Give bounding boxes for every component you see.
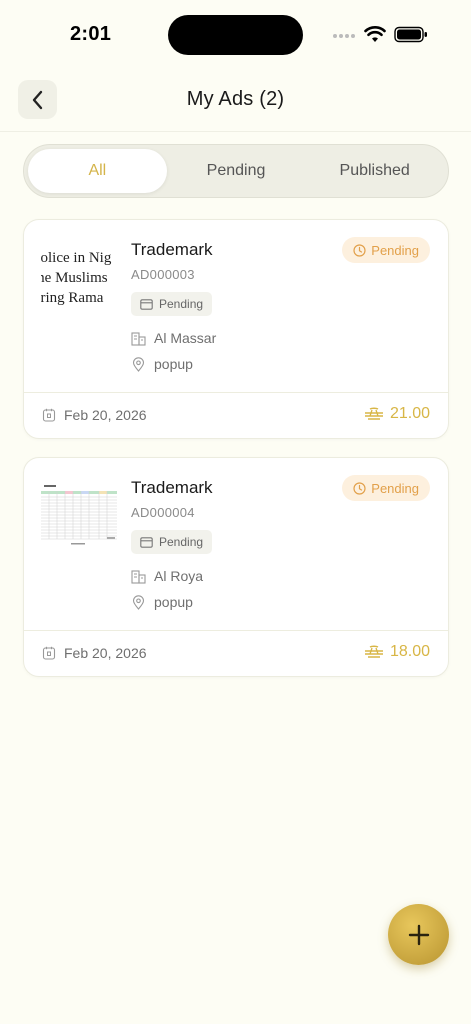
company-name: Al Roya <box>154 568 204 584</box>
status-badge-label: Pending <box>371 242 419 258</box>
tab-published[interactable]: Published <box>305 149 444 193</box>
signal-icon <box>333 34 355 38</box>
type-badge: Pending <box>131 530 213 554</box>
ad-company: Al Roya <box>131 568 203 584</box>
ad-location: popup <box>131 356 193 372</box>
plus-icon <box>408 924 429 945</box>
ad-date: Feb 20, 2026 <box>42 407 147 423</box>
status-badge: Pending <box>342 475 430 501</box>
ad-card[interactable]: Trademark AD000004 Pending Pending Al Ro… <box>23 457 449 677</box>
status-bar: 2:01 <box>0 0 471 70</box>
tab-all[interactable]: All <box>28 149 167 193</box>
type-badge: Pending <box>131 292 213 316</box>
status-time: 2:01 <box>70 23 112 45</box>
thumbnail-text-line: uring Rama <box>41 290 104 306</box>
ad-card[interactable]: police in Nig the Muslims uring Rama Tra… <box>23 219 449 439</box>
ad-company: Al Massar <box>131 330 216 346</box>
thumbnail-text-line: police in Nig <box>41 250 112 266</box>
location-name: popup <box>154 594 193 610</box>
card-divider <box>24 630 448 631</box>
calendar-icon <box>42 646 56 660</box>
app-header: My Ads (2) <box>0 70 471 132</box>
clock-icon <box>353 243 366 257</box>
calendar-icon <box>42 408 56 422</box>
status-badge-label: Pending <box>371 480 419 496</box>
date-text: Feb 20, 2026 <box>64 407 147 423</box>
thumbnail-text-line: the Muslims <box>41 270 108 286</box>
type-badge-label: Pending <box>159 297 204 311</box>
card-icon <box>140 298 153 310</box>
location-name: popup <box>154 356 193 372</box>
dynamic-island <box>168 15 303 55</box>
status-badge: Pending <box>342 237 430 263</box>
ad-location: popup <box>131 594 193 610</box>
ad-code: AD000003 <box>131 267 195 282</box>
building-icon <box>131 331 146 346</box>
add-ad-button[interactable] <box>388 904 449 965</box>
ad-code: AD000004 <box>131 505 195 520</box>
building-icon <box>131 569 146 584</box>
location-pin-icon <box>132 356 145 372</box>
currency-icon <box>364 645 383 658</box>
ad-title: Trademark <box>131 240 213 259</box>
wifi-icon <box>364 26 386 42</box>
company-name: Al Massar <box>154 330 217 346</box>
ad-thumbnail <box>41 480 119 560</box>
clock-icon <box>353 481 366 495</box>
price-text: 18.00 <box>389 643 430 660</box>
status-filter-tabs: All Pending Published <box>23 144 449 198</box>
spreadsheet-thumbnail <box>41 482 117 560</box>
date-text: Feb 20, 2026 <box>64 645 147 661</box>
ad-thumbnail: police in Nig the Muslims uring Rama <box>41 242 119 322</box>
ad-price: 21.00 <box>364 405 430 423</box>
ad-price: 18.00 <box>364 643 430 661</box>
type-badge-label: Pending <box>159 535 204 549</box>
tab-pending[interactable]: Pending <box>167 149 306 193</box>
ad-date: Feb 20, 2026 <box>42 645 147 661</box>
currency-icon <box>364 407 383 420</box>
ad-title: Trademark <box>131 478 213 497</box>
card-icon <box>140 536 153 548</box>
page-title: My Ads (2) <box>186 88 285 110</box>
card-divider <box>24 392 448 393</box>
price-text: 21.00 <box>389 405 430 422</box>
location-pin-icon <box>132 594 145 610</box>
battery-icon <box>394 26 427 43</box>
